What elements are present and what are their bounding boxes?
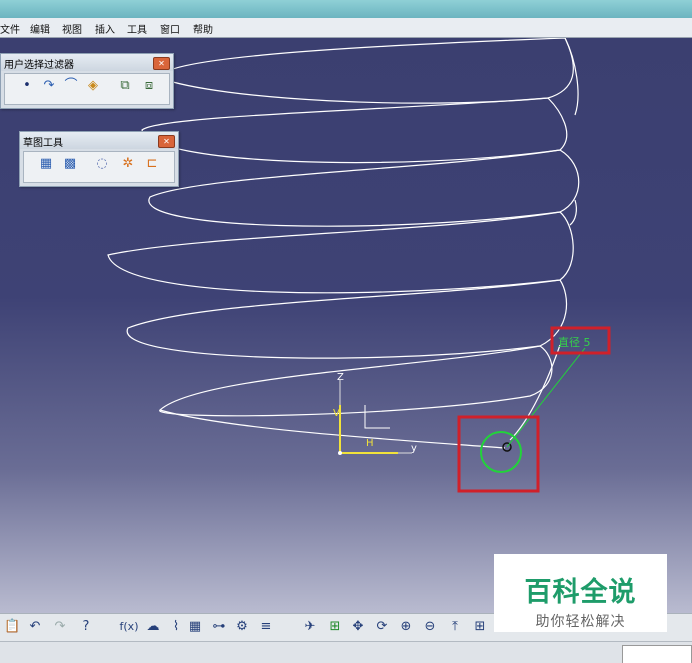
feature-filter-icon[interactable]: ⧉: [117, 78, 133, 94]
diameter-dimension-label[interactable]: 直径 5: [558, 334, 591, 350]
z-axis-label: Z: [337, 372, 344, 383]
menu-view[interactable]: 视图: [62, 21, 82, 36]
part-icon[interactable]: ⚙: [234, 619, 250, 635]
menu-window[interactable]: 窗口: [160, 21, 180, 36]
fly-mode-icon[interactable]: ✈: [302, 619, 318, 635]
watermark-main-text: 百科全说: [524, 577, 637, 608]
title-bar: [0, 0, 692, 18]
paste-icon[interactable]: 📋: [4, 619, 20, 635]
helix-curve: [107, 38, 580, 449]
volume-filter-icon[interactable]: ◈: [85, 78, 101, 94]
menu-help[interactable]: 帮助: [193, 21, 213, 36]
formula-icon[interactable]: f(x): [118, 619, 140, 635]
menu-tools[interactable]: 工具: [127, 21, 147, 36]
geometric-constraints-icon[interactable]: ✲: [120, 156, 136, 172]
menu-insert[interactable]: 插入: [95, 21, 115, 36]
construction-element-icon[interactable]: ◌: [94, 156, 110, 172]
redo-icon[interactable]: ↷: [52, 619, 68, 635]
sketch-tools-toolbar[interactable]: 草图工具 ✕ ▦ ▩ ◌ ✲ ⊏: [19, 131, 179, 187]
point-filter-icon[interactable]: •: [19, 78, 35, 94]
user-selection-filter-toolbar[interactable]: 用户选择过滤器 ✕ • ↷ ⌒ ◈ ⧉ ⧈: [0, 53, 174, 109]
catalog-icon[interactable]: ≡: [258, 619, 274, 635]
grid-icon[interactable]: ▦: [38, 156, 54, 172]
sketch-plane-marker: [364, 405, 390, 429]
profile-circle[interactable]: [480, 431, 522, 473]
comment-icon[interactable]: ☁: [145, 619, 161, 635]
h-axis-label: H: [366, 438, 374, 449]
surface-filter-icon[interactable]: ⌒: [63, 78, 79, 94]
menu-edit[interactable]: 编辑: [30, 21, 50, 36]
fit-all-icon[interactable]: ⊞: [327, 619, 343, 635]
undo-icon[interactable]: ↶: [27, 619, 43, 635]
zoom-out-icon[interactable]: ⊖: [422, 619, 438, 635]
status-bar: [0, 641, 692, 663]
menu-bar: 文件 编辑 视图 插入 工具 窗口 帮助: [0, 18, 692, 38]
toolbar-title: 用户选择过滤器: [4, 60, 74, 71]
curve-filter-icon[interactable]: ↷: [41, 78, 57, 94]
toolbar-body: ▦ ▩ ◌ ✲ ⊏: [23, 151, 175, 183]
help-icon[interactable]: ?: [78, 619, 94, 635]
origin-point: [338, 451, 342, 455]
geometry-filter-icon[interactable]: ⧈: [141, 78, 157, 94]
rotate-icon[interactable]: ⟳: [374, 619, 390, 635]
tree-icon[interactable]: ⊶: [211, 619, 227, 635]
3d-viewport[interactable]: 直径 5 Z y H V 用户选择过滤器 ✕ • ↷ ⌒ ◈ ⧉ ⧈ 草图工具 …: [0, 38, 692, 613]
watermark-logo: 百科全说 助你轻松解决: [494, 554, 667, 632]
snap-to-point-icon[interactable]: ▩: [62, 156, 78, 172]
multi-view-icon[interactable]: ⊞: [472, 619, 488, 635]
toolbar-title-bar[interactable]: 草图工具 ✕: [20, 132, 178, 149]
measure-icon[interactable]: ⌇: [168, 619, 184, 635]
v-axis-label: V: [333, 408, 340, 419]
watermark-sub-text: 助你轻松解决: [535, 614, 626, 630]
helix-scene: [107, 38, 611, 493]
close-icon[interactable]: ✕: [158, 135, 175, 148]
catia-window: 文件 编辑 视图 插入 工具 窗口 帮助 直径 5 Z y H V 用户选择过滤…: [0, 0, 692, 663]
menu-file[interactable]: 文件: [0, 21, 20, 36]
y-axis-label: y: [411, 443, 417, 454]
dimensional-constraints-icon[interactable]: ⊏: [144, 156, 160, 172]
zoom-in-icon[interactable]: ⊕: [398, 619, 414, 635]
close-icon[interactable]: ✕: [153, 57, 170, 70]
toolbar-title: 草图工具: [23, 138, 63, 149]
toolbar-title-bar[interactable]: 用户选择过滤器 ✕: [1, 54, 173, 71]
table-icon[interactable]: ▦: [187, 619, 203, 635]
normal-view-icon[interactable]: ⤒: [447, 619, 463, 635]
toolbar-body: • ↷ ⌒ ◈ ⧉ ⧈: [4, 73, 170, 105]
highlight-box-circle: [457, 415, 540, 493]
axis-triad: [338, 380, 412, 455]
command-input[interactable]: [622, 645, 692, 663]
pan-icon[interactable]: ✥: [350, 619, 366, 635]
section-circle[interactable]: [480, 347, 586, 473]
